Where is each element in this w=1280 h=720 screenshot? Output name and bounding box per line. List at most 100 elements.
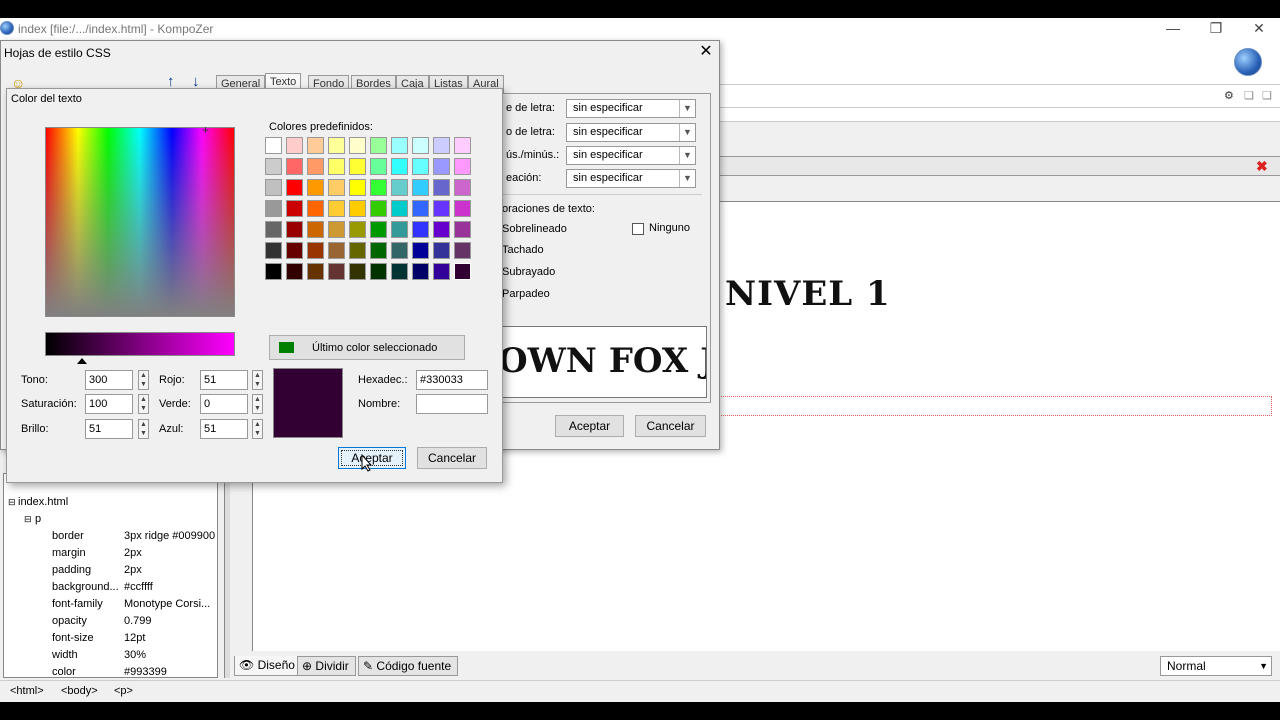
tree-prop-value[interactable]: #ccffff <box>124 581 218 593</box>
color-swatch[interactable] <box>307 242 324 259</box>
color-swatch[interactable] <box>307 263 324 280</box>
color-swatch[interactable] <box>454 242 471 259</box>
page-heading[interactable]: NIVEL 1 <box>725 274 891 314</box>
last-color-button[interactable]: Último color seleccionado <box>269 335 465 360</box>
blue-spinner[interactable]: ▲ ▼ <box>252 419 263 439</box>
red-spinner[interactable]: ▲ ▼ <box>252 370 263 390</box>
tree-prop-name[interactable]: color <box>52 666 76 678</box>
color-swatch[interactable] <box>265 221 282 238</box>
tree-collapse-icon[interactable]: ⊟ <box>8 497 16 508</box>
format-icon[interactable]: ⚙ <box>1224 89 1234 102</box>
color-swatch[interactable] <box>349 137 366 154</box>
color-swatch[interactable] <box>412 179 429 196</box>
color-swatch[interactable] <box>433 242 450 259</box>
color-swatch[interactable] <box>412 158 429 175</box>
crumb-html[interactable]: <html> <box>10 685 44 697</box>
color-swatch[interactable] <box>328 179 345 196</box>
tree-node-p[interactable]: p <box>35 513 41 525</box>
brightness-spinner[interactable]: ▲ ▼ <box>138 419 149 439</box>
saturation-spinner[interactable]: ▲ ▼ <box>138 394 149 414</box>
tree-prop-value[interactable]: 30% <box>124 649 218 661</box>
green-input[interactable]: 0 <box>200 394 248 414</box>
tab-design[interactable]: 👁 Diseño <box>234 656 302 676</box>
brightness-slider[interactable] <box>45 332 235 356</box>
color-swatch[interactable] <box>265 263 282 280</box>
color-swatch[interactable] <box>328 221 345 238</box>
tree-prop-value[interactable]: Monotype Corsi... <box>124 598 218 610</box>
color-swatch[interactable] <box>328 263 345 280</box>
color-swatch[interactable] <box>433 158 450 175</box>
color-swatch[interactable] <box>412 263 429 280</box>
color-swatch[interactable] <box>391 179 408 196</box>
tree-prop-value[interactable]: #993399 <box>124 666 218 678</box>
tree-prop-value[interactable]: 12pt <box>124 632 218 644</box>
color-swatch[interactable] <box>454 200 471 217</box>
close-window-button[interactable]: ✕ <box>1236 18 1280 40</box>
color-swatch[interactable] <box>454 263 471 280</box>
name-input[interactable] <box>416 394 488 414</box>
crumb-body[interactable]: <body> <box>61 685 98 697</box>
decoration-underline[interactable]: Subrayado <box>502 266 555 278</box>
color-swatch[interactable] <box>391 221 408 238</box>
tree-prop-name[interactable]: width <box>52 649 78 661</box>
color-swatch[interactable] <box>307 200 324 217</box>
none-checkbox[interactable] <box>632 223 644 235</box>
css-accept-button[interactable]: Aceptar <box>555 415 624 437</box>
color-swatch[interactable] <box>433 263 450 280</box>
color-swatch[interactable] <box>286 221 303 238</box>
hue-saturation-field[interactable]: + <box>45 123 235 317</box>
color-swatch[interactable] <box>265 137 282 154</box>
brightness-input[interactable]: 51 <box>85 419 133 439</box>
panel-splitter[interactable] <box>224 473 230 678</box>
decoration-strike[interactable]: Tachado <box>502 244 544 256</box>
minimize-button[interactable]: — <box>1150 18 1196 40</box>
color-swatch[interactable] <box>286 242 303 259</box>
css-row-select[interactable]: sin especificar ▼ <box>566 169 696 188</box>
color-swatch[interactable] <box>265 158 282 175</box>
tab-split[interactable]: ⊕ Dividir <box>297 656 356 676</box>
slider-handle-icon[interactable] <box>77 358 87 364</box>
color-swatch[interactable] <box>286 263 303 280</box>
color-swatch[interactable] <box>265 242 282 259</box>
color-swatch[interactable] <box>286 200 303 217</box>
tree-prop-name[interactable]: background... <box>52 581 119 593</box>
saturation-input[interactable]: 100 <box>85 394 133 414</box>
hue-spinner[interactable]: ▲ ▼ <box>138 370 149 390</box>
css-cancel-button[interactable]: Cancelar <box>635 415 706 437</box>
tree-root[interactable]: index.html <box>18 496 68 508</box>
css-row-select[interactable]: sin especificar ▼ <box>566 99 696 118</box>
color-swatch[interactable] <box>412 242 429 259</box>
layer-down-icon[interactable]: ❏ <box>1262 89 1272 102</box>
tree-prop-value[interactable]: 2px <box>124 547 218 559</box>
color-swatch[interactable] <box>391 200 408 217</box>
color-swatch[interactable] <box>328 158 345 175</box>
color-swatch[interactable] <box>307 179 324 196</box>
maximize-button[interactable]: ❐ <box>1193 18 1239 40</box>
color-swatch[interactable] <box>433 200 450 217</box>
paragraph-format-select[interactable]: Normal ▼ <box>1160 656 1272 676</box>
color-swatch[interactable] <box>454 221 471 238</box>
tree-collapse-icon[interactable]: ⊟ <box>24 514 32 525</box>
decoration-blink[interactable]: Parpadeo <box>502 288 550 300</box>
color-swatch[interactable] <box>286 179 303 196</box>
color-swatch[interactable] <box>370 137 387 154</box>
color-swatch[interactable] <box>454 137 471 154</box>
color-swatch[interactable] <box>349 158 366 175</box>
color-swatch[interactable] <box>391 158 408 175</box>
color-swatch[interactable] <box>412 137 429 154</box>
tree-prop-value[interactable]: 2px <box>124 564 218 576</box>
crumb-p[interactable]: <p> <box>114 685 133 697</box>
color-swatch[interactable] <box>370 179 387 196</box>
layer-icon[interactable]: ❏ <box>1244 89 1254 102</box>
tree-prop-name[interactable]: margin <box>52 547 86 559</box>
hex-input[interactable]: #330033 <box>416 370 488 390</box>
color-swatch[interactable] <box>328 200 345 217</box>
color-swatch[interactable] <box>370 221 387 238</box>
color-swatch[interactable] <box>412 200 429 217</box>
hue-input[interactable]: 300 <box>85 370 133 390</box>
css-row-select[interactable]: sin especificar ▼ <box>566 146 696 165</box>
tree-prop-value[interactable]: 0.799 <box>124 615 218 627</box>
color-cancel-button[interactable]: Cancelar <box>417 447 487 469</box>
color-swatch[interactable] <box>370 263 387 280</box>
color-swatch[interactable] <box>370 158 387 175</box>
